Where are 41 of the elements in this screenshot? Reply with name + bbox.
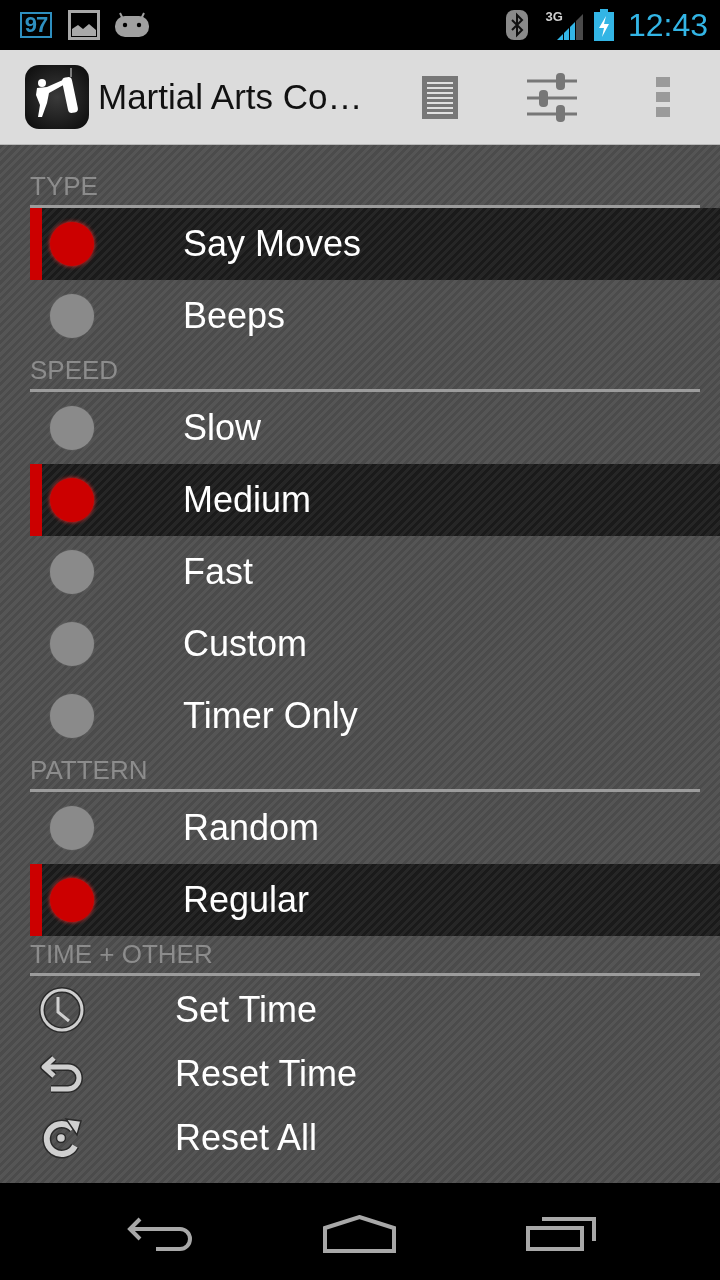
radio-icon — [50, 806, 94, 850]
radio-icon — [50, 294, 94, 338]
section-title: TIME + OTHER — [30, 940, 213, 968]
radio-icon — [50, 222, 94, 266]
section-title: TYPE — [30, 172, 98, 200]
radio-option[interactable]: Random — [30, 792, 720, 864]
recents-icon[interactable] — [526, 1216, 596, 1251]
list-icon[interactable] — [422, 75, 458, 119]
sliders-icon[interactable] — [527, 72, 577, 122]
section-title: PATTERN — [30, 756, 148, 784]
app-logo-icon — [25, 65, 89, 129]
refresh-icon — [39, 1115, 85, 1161]
menu-item[interactable]: Reset All — [30, 1106, 720, 1170]
radio-icon — [50, 550, 94, 594]
bluetooth-icon — [505, 10, 528, 40]
radio-icon — [50, 878, 94, 922]
clock-icon — [39, 987, 85, 1033]
section-title: SPEED — [30, 356, 119, 384]
network-type: 3G — [545, 10, 563, 23]
radio-icon — [50, 622, 94, 666]
radio-icon — [50, 478, 94, 522]
back-icon[interactable] — [126, 1216, 193, 1251]
radio-option[interactable]: Regular — [30, 864, 720, 936]
notification-count: 97 — [20, 12, 52, 38]
image-icon — [68, 10, 100, 40]
menu-item[interactable]: Set Time — [30, 978, 720, 1042]
radio-option[interactable]: Timer Only — [30, 680, 720, 752]
app-title: Martial Arts Co… — [98, 77, 363, 117]
status-time: 12:43 — [627, 8, 708, 42]
battery-charging-icon — [593, 9, 614, 41]
home-icon[interactable] — [323, 1214, 396, 1253]
menu-item[interactable]: Reset Time — [30, 1042, 720, 1106]
radio-option[interactable]: Custom — [30, 608, 720, 680]
radio-option[interactable]: Slow — [30, 392, 720, 464]
radio-option[interactable]: Say Moves — [30, 208, 720, 280]
radio-icon — [50, 694, 94, 738]
radio-icon — [50, 406, 94, 450]
radio-option[interactable]: Beeps — [30, 280, 720, 352]
robot-head-icon — [114, 12, 150, 38]
radio-option[interactable]: Fast — [30, 536, 720, 608]
radio-option[interactable]: Medium — [30, 464, 720, 536]
